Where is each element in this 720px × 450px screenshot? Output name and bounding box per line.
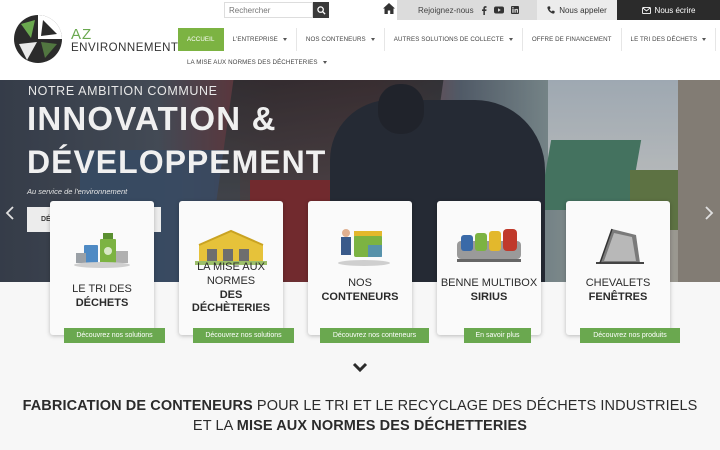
- card-conteneurs-button[interactable]: Découvrez nos conteneurs: [320, 328, 429, 343]
- card-chevalets-button[interactable]: Découvrez nos produits: [580, 328, 680, 343]
- brand-name[interactable]: AZ ENVIRONNEMENT: [71, 27, 178, 55]
- caret-down-icon: [322, 61, 327, 64]
- tagline-normal1: POUR LE TRI ET LE RECYCLAGE DES DÉCHETS …: [252, 398, 698, 414]
- card-title: LA MISE AUX NORMES DES DÉCHÈTERIES: [181, 261, 281, 316]
- home-icon[interactable]: [383, 3, 395, 14]
- card-conteneurs[interactable]: NOS CONTENEURS: [308, 201, 412, 335]
- chevron-left-icon[interactable]: [5, 206, 15, 220]
- card-tri-dechets[interactable]: LE TRI DES DÉCHETS: [50, 201, 154, 335]
- caret-down-icon: [508, 38, 513, 41]
- sorting-bins-illustration: [74, 233, 130, 268]
- nav-item-autres-solutions[interactable]: AUTRES SOLUTIONS DE COLLECTE: [385, 28, 523, 51]
- card-benne-multibox[interactable]: BENNE MULTIBOX SIRIUS: [437, 201, 541, 335]
- card-title-line2: CONTENEURS: [321, 290, 399, 303]
- social-bar: Rejoignez-nous: [397, 0, 537, 20]
- facebook-icon[interactable]: [481, 5, 487, 15]
- join-label: Rejoignez-nous: [418, 5, 474, 15]
- call-us-button[interactable]: Nous appeler: [537, 0, 617, 20]
- hero-title-line2: DÉVELOPPEMENT: [27, 144, 327, 180]
- mail-icon: [641, 6, 651, 14]
- nav-label: NOS CONTENEURS: [305, 36, 366, 43]
- caret-down-icon: [702, 38, 707, 41]
- nav-label: AUTRES SOLUTIONS DE COLLECTE: [393, 36, 504, 43]
- phone-icon: [547, 6, 555, 14]
- card-title: CHEVALETS FENÊTRES: [568, 277, 668, 305]
- tagline: FABRICATION DE CONTENEURS POUR LE TRI ET…: [0, 396, 720, 436]
- card-title: BENNE MULTIBOX SIRIUS: [439, 277, 539, 305]
- caret-down-icon: [370, 38, 375, 41]
- nav-label: L'ENTREPRISE: [232, 36, 278, 43]
- tagline-normal2: ET LA: [192, 418, 237, 434]
- call-label: Nous appeler: [559, 5, 607, 15]
- card-title-line1: CHEVALETS: [585, 277, 651, 289]
- window-rack-illustration: [596, 228, 644, 264]
- card-mise-aux-normes[interactable]: LA MISE AUX NORMES DES DÉCHÈTERIES: [179, 201, 283, 335]
- nav-item-conteneurs[interactable]: NOS CONTENEURS: [297, 28, 385, 51]
- youtube-icon[interactable]: [493, 6, 504, 14]
- nav-row-1: ACCUEIL L'ENTREPRISE NOS CONTENEURS AUTR…: [178, 28, 717, 51]
- search-button[interactable]: [313, 2, 329, 18]
- hero-eyebrow: NOTRE AMBITION COMMUNE: [28, 84, 218, 98]
- card-title-line2: FENÊTRES: [588, 290, 648, 303]
- nav-label: OFFRE DE FINANCEMENT: [531, 36, 612, 43]
- nav-item-accueil[interactable]: ACCUEIL: [178, 28, 224, 51]
- card-chevalets[interactable]: CHEVALETS FENÊTRES: [566, 201, 670, 335]
- card-title-line2: SIRIUS: [470, 290, 508, 303]
- tagline-bold2: MISE AUX NORMES DES DÉCHETTERIES: [236, 418, 528, 434]
- main-nav: ACCUEIL L'ENTREPRISE NOS CONTENEURS AUTR…: [178, 28, 717, 74]
- card-tri-dechets-button[interactable]: Découvrez nos solutions: [64, 328, 165, 343]
- linkedin-icon[interactable]: [510, 6, 519, 14]
- card-title-line1b: NORMES: [206, 274, 256, 287]
- nav-item-mise-aux-normes[interactable]: LA MISE AUX NORMES DES DÉCHETERIES: [178, 51, 336, 74]
- nav-label: ACCUEIL: [187, 36, 215, 43]
- nav-row-2: LA MISE AUX NORMES DES DÉCHETERIES: [178, 51, 678, 74]
- nav-label: LA MISE AUX NORMES DES DÉCHETERIES: [187, 59, 318, 66]
- card-title-line1: BENNE MULTIBOX: [440, 277, 538, 289]
- card-title-line2b: DÉCHÈTERIES: [191, 302, 271, 315]
- card-benne-multibox-button[interactable]: En savoir plus: [464, 328, 531, 343]
- containers-illustration: [338, 229, 390, 266]
- search-icon: [316, 5, 326, 15]
- tagline-line1: FABRICATION DE CONTENEURS POUR LE TRI ET…: [0, 396, 720, 416]
- multibox-dumpster-illustration: [457, 229, 521, 262]
- az-logo[interactable]: [13, 14, 63, 64]
- card-title-line1: NOS: [348, 277, 372, 289]
- nav-item-financement[interactable]: OFFRE DE FINANCEMENT: [523, 28, 622, 51]
- chevron-down-icon[interactable]: [352, 362, 368, 373]
- card-title-line1: LE TRI DES: [72, 283, 132, 295]
- chevron-right-icon[interactable]: [704, 206, 714, 220]
- write-us-button[interactable]: Nous écrire: [617, 0, 720, 20]
- card-title: NOS CONTENEURS: [310, 277, 410, 305]
- site-header: AZ ENVIRONNEMENT Rejoignez-nous Nous app…: [0, 0, 720, 80]
- nav-label: LE TRI DES DÉCHETS: [630, 36, 698, 43]
- nav-item-entreprise[interactable]: L'ENTREPRISE: [224, 28, 297, 51]
- tagline-bold1: FABRICATION DE CONTENEURS: [22, 398, 253, 414]
- hero-subtitle: Au service de l'environnement: [27, 187, 128, 196]
- card-title-line2: DÉCHETS: [75, 296, 129, 309]
- mail-label: Nous écrire: [654, 5, 696, 15]
- brand-line1: AZ: [71, 26, 93, 43]
- brand-line2: ENVIRONNEMENT: [71, 42, 179, 54]
- card-mise-aux-normes-button[interactable]: Découvrez nos solutions: [193, 328, 294, 343]
- card-title-line1: LA MISE AUX: [197, 261, 265, 273]
- tagline-line2: ET LA MISE AUX NORMES DES DÉCHETTERIES: [0, 416, 720, 436]
- search-input[interactable]: [224, 2, 313, 18]
- card-title-line2: DES: [219, 288, 243, 301]
- caret-down-icon: [282, 38, 287, 41]
- search-box: [224, 2, 329, 18]
- hero-title-line1: INNOVATION &: [27, 100, 277, 137]
- nav-item-tri-dechets[interactable]: LE TRI DES DÉCHETS: [622, 28, 717, 51]
- card-title: LE TRI DES DÉCHETS: [52, 283, 152, 311]
